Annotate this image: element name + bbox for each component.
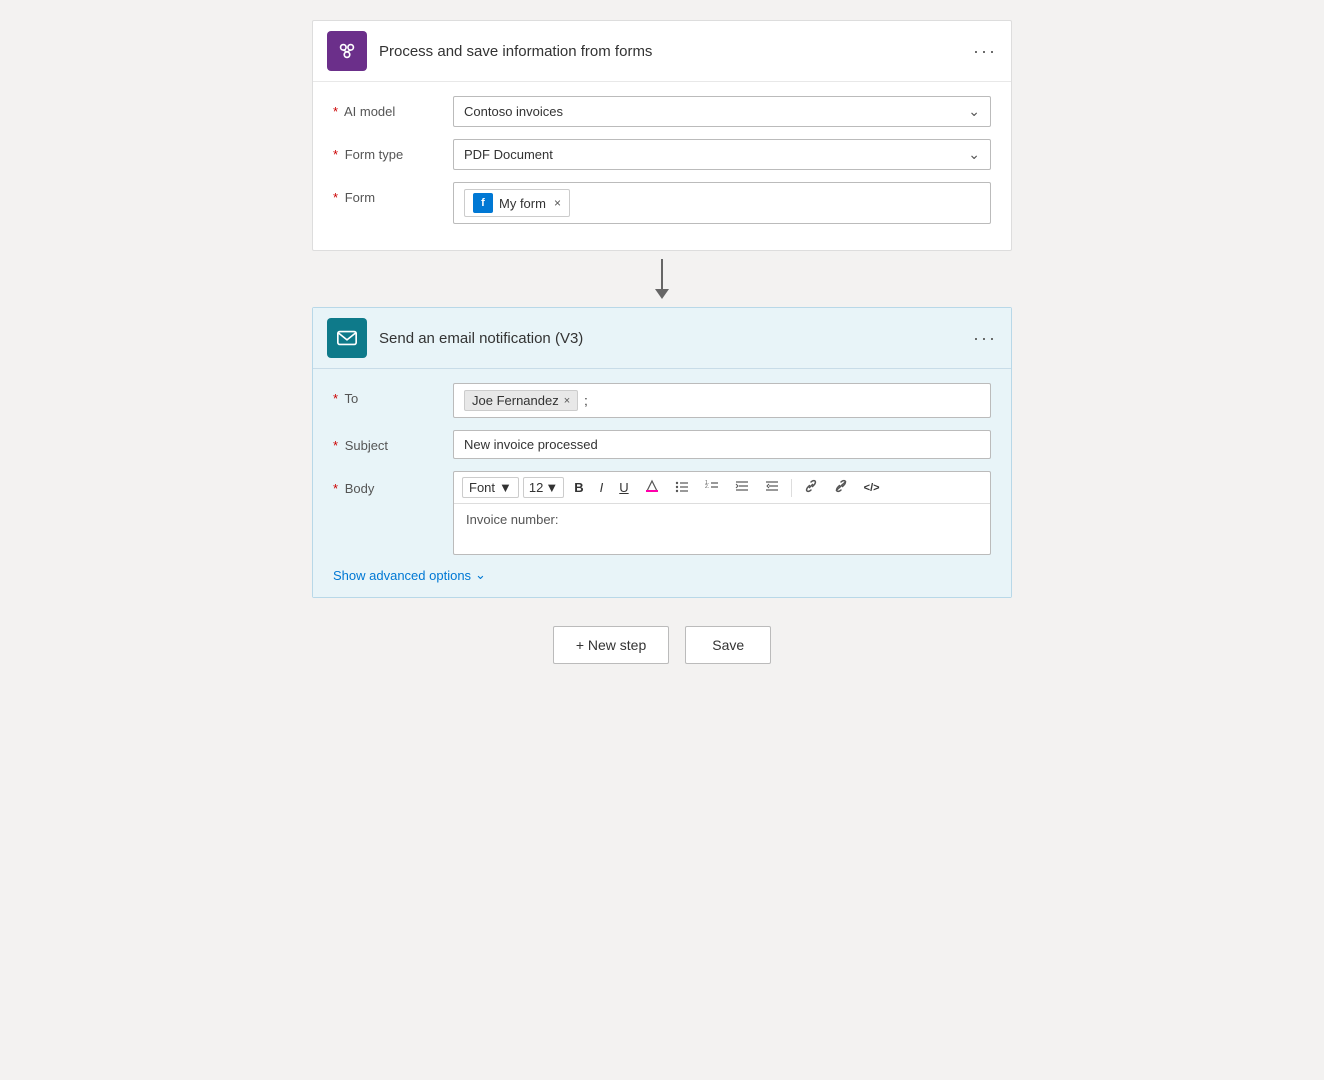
font-size-select[interactable]: 12 ▼ xyxy=(523,477,564,498)
html-button[interactable]: </> xyxy=(858,480,886,496)
actions-row: + New step Save xyxy=(553,626,771,664)
connector-tip-icon xyxy=(655,289,669,299)
to-row: * To Joe Fernandez × ; xyxy=(333,383,991,418)
unordered-list-button[interactable] xyxy=(669,477,695,498)
svg-text:2.: 2. xyxy=(705,484,709,490)
size-chevron-icon: ▼ xyxy=(545,480,558,495)
card2-title: Send an email notification (V3) xyxy=(379,330,973,347)
body-text[interactable]: Invoice number: xyxy=(454,504,990,554)
ai-model-chevron-icon: ⌄ xyxy=(968,103,980,120)
bold-button[interactable]: B xyxy=(568,478,589,497)
new-step-button[interactable]: + New step xyxy=(553,626,669,664)
card1-icon xyxy=(327,31,367,71)
card1-header: Process and save information from forms … xyxy=(313,21,1011,82)
highlight-button[interactable] xyxy=(639,477,665,498)
card2-body: * To Joe Fernandez × ; * Subject xyxy=(313,369,1011,597)
card2-more-button[interactable]: ··· xyxy=(973,328,997,349)
subject-input[interactable]: New invoice processed xyxy=(453,430,991,459)
font-chevron-icon: ▼ xyxy=(499,480,512,495)
card-process-forms: Process and save information from forms … xyxy=(312,20,1012,251)
ai-model-label: * AI model xyxy=(333,96,453,119)
subject-row: * Subject New invoice processed xyxy=(333,430,991,459)
form-type-chevron-icon: ⌄ xyxy=(968,146,980,163)
link-button[interactable] xyxy=(798,477,824,498)
subject-label: * Subject xyxy=(333,430,453,453)
card1-title: Process and save information from forms xyxy=(379,43,973,60)
card-send-email: Send an email notification (V3) ··· * To… xyxy=(312,307,1012,598)
form-type-select[interactable]: PDF Document ⌄ xyxy=(453,139,991,170)
form-tag-icon: f xyxy=(473,193,493,213)
form-label: * Form xyxy=(333,182,453,205)
form-input[interactable]: f My form × xyxy=(453,182,991,224)
card2-header: Send an email notification (V3) ··· xyxy=(313,308,1011,369)
connector-line xyxy=(661,259,663,289)
form-type-row: * Form type PDF Document ⌄ xyxy=(333,139,991,170)
connector-arrow xyxy=(655,259,669,299)
body-row: * Body Font ▼ 12 ▼ B I xyxy=(333,471,991,555)
card1-more-button[interactable]: ··· xyxy=(973,41,997,62)
flow-canvas: Process and save information from forms … xyxy=(282,20,1042,1080)
to-input[interactable]: Joe Fernandez × ; xyxy=(453,383,991,418)
ai-model-row: * AI model Contoso invoices ⌄ xyxy=(333,96,991,127)
form-tag-close-button[interactable]: × xyxy=(554,196,561,210)
body-editor: Font ▼ 12 ▼ B I U xyxy=(453,471,991,555)
form-tag: f My form × xyxy=(464,189,570,217)
show-advanced-options[interactable]: Show advanced options ⌄ xyxy=(333,567,991,583)
body-label: * Body xyxy=(333,471,453,496)
card1-body: * AI model Contoso invoices ⌄ * Form typ… xyxy=(313,82,1011,250)
body-toolbar: Font ▼ 12 ▼ B I U xyxy=(454,472,990,504)
to-semicolon: ; xyxy=(584,393,588,408)
ordered-list-button[interactable]: 1.2. xyxy=(699,477,725,498)
indent-button[interactable] xyxy=(729,477,755,498)
to-label: * To xyxy=(333,383,453,406)
form-type-label: * Form type xyxy=(333,139,453,162)
to-tag: Joe Fernandez × xyxy=(464,390,578,411)
form-row: * Form f My form × xyxy=(333,182,991,224)
advanced-chevron-icon: ⌄ xyxy=(475,567,486,583)
outdent-button[interactable] xyxy=(759,477,785,498)
save-button[interactable]: Save xyxy=(685,626,771,664)
ai-model-select[interactable]: Contoso invoices ⌄ xyxy=(453,96,991,127)
underline-button[interactable]: U xyxy=(613,478,634,497)
toolbar-divider xyxy=(791,479,792,497)
to-tag-close-button[interactable]: × xyxy=(564,395,570,407)
italic-button[interactable]: I xyxy=(594,478,610,497)
card2-icon xyxy=(327,318,367,358)
font-select[interactable]: Font ▼ xyxy=(462,477,519,498)
unlink-button[interactable] xyxy=(828,477,854,498)
